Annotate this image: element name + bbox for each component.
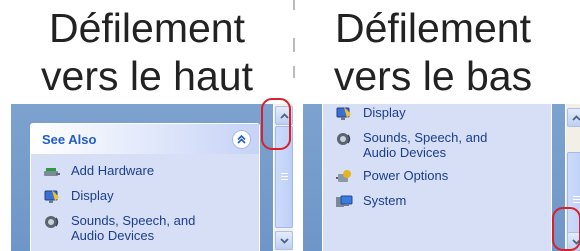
list-item-display[interactable]: Display xyxy=(43,188,259,205)
display-icon xyxy=(336,107,351,120)
thumb-grip xyxy=(281,179,288,180)
collapse-button[interactable] xyxy=(232,129,251,149)
display-icon xyxy=(44,190,59,203)
list-item-label: Sounds, Speech, and Audio Devices xyxy=(363,130,488,160)
panel-scroll-down: Display Sounds, Speech, and Audio Device… xyxy=(303,104,580,251)
list-item-system[interactable]: System xyxy=(335,193,551,210)
arrow-down-icon xyxy=(279,237,289,244)
list-item-power-options[interactable]: Power Options xyxy=(335,168,551,185)
list-item-label: Power Options xyxy=(363,168,449,183)
see-also-list-scrolled: Display Sounds, Speech, and Audio Device… xyxy=(323,104,551,210)
thumb-grip xyxy=(281,173,288,174)
list-item-label: Display xyxy=(363,105,406,120)
list-item-sounds-speech[interactable]: Sounds, Speech, and Audio Devices xyxy=(43,213,259,243)
heading-scroll-down-line2: vers le bas xyxy=(333,53,533,99)
thumb-grip xyxy=(281,176,288,177)
heading-scroll-down-line1: Défilement xyxy=(335,5,531,51)
list-item-display[interactable]: Display xyxy=(335,105,551,122)
thumb-grip xyxy=(573,202,580,203)
add-hardware-icon xyxy=(44,168,60,176)
list-item-label: System xyxy=(363,193,407,208)
system-icon xyxy=(336,195,353,207)
panel-scroll-up: See Also Add Hardware Display Sounds, Sp… xyxy=(11,104,293,251)
arrow-up-icon xyxy=(571,114,580,121)
see-also-box-scrolled: Display Sounds, Speech, and Audio Device… xyxy=(322,104,552,251)
heading-scroll-down: Défilement vers le bas xyxy=(298,4,568,100)
thumb-grip xyxy=(573,196,580,197)
power-options-icon xyxy=(336,170,351,182)
list-item-sounds-speech[interactable]: Sounds, Speech, and Audio Devices xyxy=(335,130,551,160)
double-chevron-up-icon xyxy=(237,134,246,144)
divider-segment xyxy=(293,38,295,52)
highlight-scroll-up-button xyxy=(261,98,291,150)
divider-segment xyxy=(293,0,295,10)
divider-segment xyxy=(293,66,295,78)
see-also-list: Add Hardware Display Sounds, Speech, and… xyxy=(31,154,259,243)
heading-scroll-up-line1: Défilement xyxy=(49,5,245,51)
list-item-label: Sounds, Speech, and Audio Devices xyxy=(71,213,196,243)
heading-scroll-up-line2: vers le haut xyxy=(41,53,253,99)
sounds-speech-icon xyxy=(337,133,351,145)
list-item-add-hardware[interactable]: Add Hardware xyxy=(43,163,259,180)
see-also-header[interactable]: See Also xyxy=(31,124,259,154)
highlight-scroll-down-button xyxy=(552,207,580,251)
list-item-label: Add Hardware xyxy=(71,163,155,178)
see-also-title: See Also xyxy=(42,131,97,147)
thumb-grip xyxy=(573,199,580,200)
scroll-down-button[interactable] xyxy=(275,231,293,250)
sounds-speech-icon xyxy=(45,216,59,228)
see-also-box: See Also Add Hardware Display Sounds, Sp… xyxy=(30,123,260,251)
list-item-label: Display xyxy=(71,188,114,203)
heading-scroll-up: Défilement vers le haut xyxy=(12,4,282,100)
scroll-up-button[interactable] xyxy=(567,108,580,127)
